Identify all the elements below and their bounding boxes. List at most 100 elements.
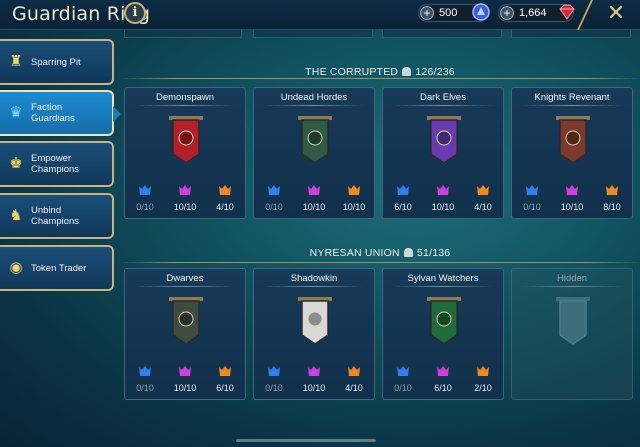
guardian-rarity-icon <box>477 366 489 376</box>
guardian-rarity-icon <box>219 366 231 376</box>
guardian-slot: 0/10 <box>256 184 292 212</box>
token-icon: ◉ <box>9 259 23 276</box>
sidebar-item-label: Sparring Pit <box>31 56 81 68</box>
faction-card[interactable]: Undead Hordes 0/10 10/10 10/10 <box>253 87 375 219</box>
guardian-rarity-icon <box>397 366 409 376</box>
faction-banner-icon <box>298 116 332 164</box>
guardian-slots: 0/10 10/10 4/10 <box>254 365 374 393</box>
guardian-rarity-icon <box>566 185 578 195</box>
info-button[interactable]: i <box>124 2 146 24</box>
faction-name: Sylvan Watchers <box>407 273 479 284</box>
faction-card[interactable]: Sylvan Watchers 0/10 6/10 2/10 <box>382 268 504 400</box>
guardian-rarity-icon <box>179 366 191 376</box>
guardian-slot-count: 4/10 <box>345 383 363 393</box>
guardian-slot: 0/10 <box>514 184 550 212</box>
guardian-slot: 6/10 <box>207 365 243 393</box>
faction-name: Undead Hordes <box>280 92 348 103</box>
guardian-slot-count: 0/10 <box>394 383 412 393</box>
faction-banner-icon <box>169 116 203 164</box>
faction-banner-icon <box>556 116 590 164</box>
guardian-slot-count: 10/10 <box>302 383 326 393</box>
scrolled-card-edge <box>124 30 242 38</box>
title-divider <box>264 105 364 106</box>
faction-card[interactable]: Knights Revenant 0/10 10/10 8/10 <box>511 87 633 219</box>
guardian-slot: 10/10 <box>554 184 590 212</box>
title-divider <box>522 286 622 287</box>
guardian-slot-count: 8/10 <box>603 202 621 212</box>
faction-name: Demonspawn <box>155 92 215 103</box>
faction-card-hidden: Hidden <box>511 268 633 400</box>
faction-banner-icon <box>427 297 461 345</box>
add-gems-button[interactable]: + <box>500 6 514 20</box>
guardian-rarity-icon <box>268 366 280 376</box>
guardian-slots: 0/10 10/10 6/10 <box>125 365 245 393</box>
guardian-slot: 2/10 <box>465 365 501 393</box>
title-divider <box>135 105 235 106</box>
sidebar-item-empower-champions[interactable]: ♚ Empower Champions <box>0 141 114 187</box>
faction-card[interactable]: Dark Elves 6/10 10/10 4/10 <box>382 87 504 219</box>
empower-icon: ♚ <box>9 155 23 172</box>
guardian-slot-count: 10/10 <box>302 202 326 212</box>
home-indicator <box>236 439 376 442</box>
guardian-slot-count: 10/10 <box>560 202 584 212</box>
sidebar-item-unbind-champions[interactable]: ♞ Unbind Champions <box>0 193 114 239</box>
shard-currency: + 500 <box>418 3 490 22</box>
guardian-rarity-icon <box>268 185 280 195</box>
guardian-slot-count: 0/10 <box>523 202 541 212</box>
guardian-slot: 0/10 <box>127 184 163 212</box>
hidden-faction-banner-icon <box>556 297 590 345</box>
guardian-slot: 4/10 <box>336 365 372 393</box>
sidebar-item-token-trader[interactable]: ◉ Token Trader <box>0 245 114 291</box>
guardian-slot-count: 0/10 <box>265 383 283 393</box>
guardian-slot-count: 0/10 <box>136 202 154 212</box>
title-divider <box>264 286 364 287</box>
faction-name: Knights Revenant <box>534 92 610 103</box>
guardian-rarity-icon <box>397 185 409 195</box>
guardian-slot-count: 0/10 <box>136 383 154 393</box>
guardian-slot: 6/10 <box>425 365 461 393</box>
guardian-rarity-icon <box>606 185 618 195</box>
guardian-slot: 10/10 <box>296 184 332 212</box>
section-name: NYRESAN UNION <box>309 247 400 259</box>
faction-card[interactable]: Demonspawn 0/10 10/10 4/10 <box>124 87 246 219</box>
title-divider <box>135 286 235 287</box>
helmet-icon <box>403 248 413 257</box>
guardian-slot: 0/10 <box>385 365 421 393</box>
section-header-nyresan-union: NYRESAN UNION 51/136 <box>120 247 640 259</box>
faction-card[interactable]: Dwarves 0/10 10/10 6/10 <box>124 268 246 400</box>
section-name: THE CORRUPTED <box>305 66 399 78</box>
guardian-slot: 6/10 <box>385 184 421 212</box>
guardian-slot: 10/10 <box>425 184 461 212</box>
header-ornament <box>577 0 593 30</box>
guardian-rarity-icon <box>437 366 449 376</box>
section-divider <box>120 78 640 79</box>
section-header-corrupted: THE CORRUPTED 126/236 <box>120 66 640 78</box>
scrolled-card-edge <box>511 30 631 38</box>
faction-name: Shadowkin <box>290 273 338 284</box>
guardian-slot-count: 6/10 <box>394 202 412 212</box>
faction-card[interactable]: Shadowkin 0/10 10/10 4/10 <box>253 268 375 400</box>
guardian-slot-count: 10/10 <box>173 383 197 393</box>
close-button[interactable]: ✕ <box>604 2 628 26</box>
sidebar-item-label: Empower Champions <box>31 153 80 175</box>
guardian-slots: 0/10 10/10 4/10 <box>125 184 245 212</box>
add-shards-button[interactable]: + <box>420 6 434 20</box>
sidebar-item-faction-guardians[interactable]: ♛ Faction Guardians <box>0 90 121 136</box>
sidebar-item-sparring-pit[interactable]: ♜ Sparring Pit <box>0 39 114 85</box>
guardian-rarity-icon <box>477 185 489 195</box>
faction-name: Dark Elves <box>420 92 466 103</box>
gem-amount: 1,664 <box>519 7 547 19</box>
faction-banner-icon <box>298 297 332 345</box>
guardian-slot-count: 4/10 <box>216 202 234 212</box>
guardian-slots: 0/10 6/10 2/10 <box>383 365 503 393</box>
guardian-rarity-icon <box>348 185 360 195</box>
guardian-slot: 0/10 <box>127 365 163 393</box>
ancient-shard-icon <box>472 3 490 21</box>
unbind-icon: ♞ <box>9 207 23 224</box>
guardian-slot: 10/10 <box>296 365 332 393</box>
guardian-slot: 8/10 <box>594 184 630 212</box>
guardian-rarity-icon <box>308 366 320 376</box>
title-divider <box>393 286 493 287</box>
guardian-slots: 0/10 10/10 8/10 <box>512 184 632 212</box>
guardian-rarity-icon <box>139 366 151 376</box>
